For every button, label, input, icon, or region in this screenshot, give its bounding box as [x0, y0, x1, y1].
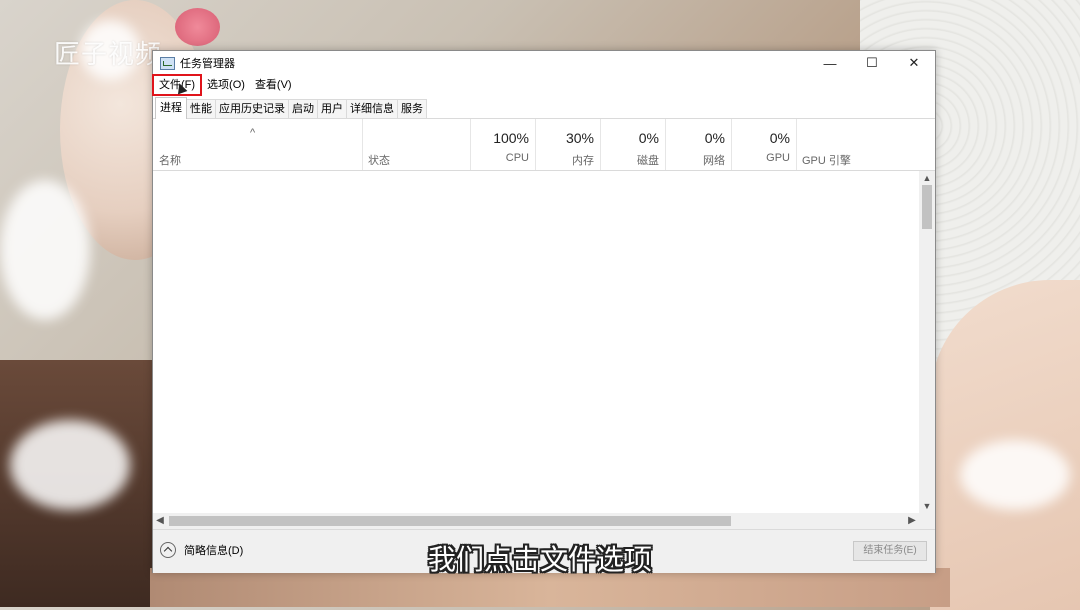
cpu-label: CPU	[505, 152, 529, 164]
column-cpu[interactable]: 100% CPU	[470, 119, 536, 170]
tab-processes[interactable]: 进程	[155, 97, 187, 119]
column-name[interactable]: ^ 名称	[153, 119, 363, 170]
close-button[interactable]: ✕	[893, 51, 935, 75]
tab-users[interactable]: 用户	[317, 99, 347, 118]
menu-view[interactable]: 查看(V)	[250, 75, 297, 95]
tab-startup[interactable]: 启动	[288, 99, 318, 118]
tab-strip: 进程 性能 应用历史记录 启动 用户 详细信息 服务	[153, 96, 935, 119]
video-subtitle: 我们点击文件选项	[427, 543, 652, 576]
column-status-label: 状态	[368, 155, 390, 167]
title-bar[interactable]: 任务管理器 — ☐ ✕	[153, 51, 935, 75]
column-disk[interactable]: 0% 磁盘	[600, 119, 666, 170]
column-memory[interactable]: 30% 内存	[535, 119, 601, 170]
sort-caret-icon: ^	[250, 127, 256, 139]
background-feather	[960, 440, 1070, 510]
window-title: 任务管理器	[180, 58, 235, 70]
horizontal-scrollbar[interactable]: ◀ ▶	[153, 513, 919, 529]
menu-options[interactable]: 选项(O)	[202, 75, 250, 95]
scroll-up-icon[interactable]: ▲	[919, 171, 935, 185]
maximize-button[interactable]: ☐	[851, 51, 893, 75]
vertical-scroll-thumb[interactable]	[922, 185, 932, 229]
gpu-engine-label: GPU 引擎	[802, 155, 851, 167]
tab-details[interactable]: 详细信息	[346, 99, 398, 118]
background-feather	[0, 180, 90, 320]
gpu-percent: 0%	[769, 130, 790, 146]
network-percent: 0%	[704, 130, 725, 146]
column-status[interactable]: 状态	[362, 119, 471, 170]
network-label: 网络	[703, 155, 725, 167]
background-lips	[175, 8, 220, 46]
process-list[interactable]	[153, 171, 919, 513]
tab-services[interactable]: 服务	[397, 99, 427, 118]
horizontal-scroll-thumb[interactable]	[169, 516, 731, 526]
scroll-right-icon[interactable]: ▶	[905, 513, 919, 529]
task-manager-window: 任务管理器 — ☐ ✕ 文件(F) 选项(O) 查看(V) 进程 性能 应用历史…	[152, 50, 936, 573]
column-header: ^ 名称 状态 100% CPU 30% 内存 0% 磁盘 0% 网络 0% G…	[153, 119, 935, 171]
disk-label: 磁盘	[637, 155, 659, 167]
column-network[interactable]: 0% 网络	[665, 119, 732, 170]
gpu-label: GPU	[766, 152, 790, 164]
minimize-button[interactable]: —	[809, 51, 851, 75]
memory-percent: 30%	[565, 130, 594, 146]
scroll-left-icon[interactable]: ◀	[153, 513, 167, 529]
watermark-logo: 匠子视频	[54, 40, 163, 70]
vertical-scrollbar[interactable]: ▲ ▼	[919, 171, 935, 513]
tab-performance[interactable]: 性能	[186, 99, 216, 118]
background-feather	[10, 420, 130, 510]
column-gpu[interactable]: 0% GPU	[731, 119, 797, 170]
window-controls: — ☐ ✕	[809, 51, 935, 75]
disk-percent: 0%	[638, 130, 659, 146]
tab-app-history[interactable]: 应用历史记录	[215, 99, 289, 118]
memory-label: 内存	[572, 155, 594, 167]
column-gpu-engine[interactable]: GPU 引擎	[796, 119, 919, 170]
scroll-down-icon[interactable]: ▼	[919, 499, 935, 513]
task-manager-icon	[160, 56, 175, 70]
cpu-percent: 100%	[493, 130, 529, 146]
scrollbar-corner	[919, 513, 935, 529]
column-name-label: 名称	[159, 155, 181, 167]
